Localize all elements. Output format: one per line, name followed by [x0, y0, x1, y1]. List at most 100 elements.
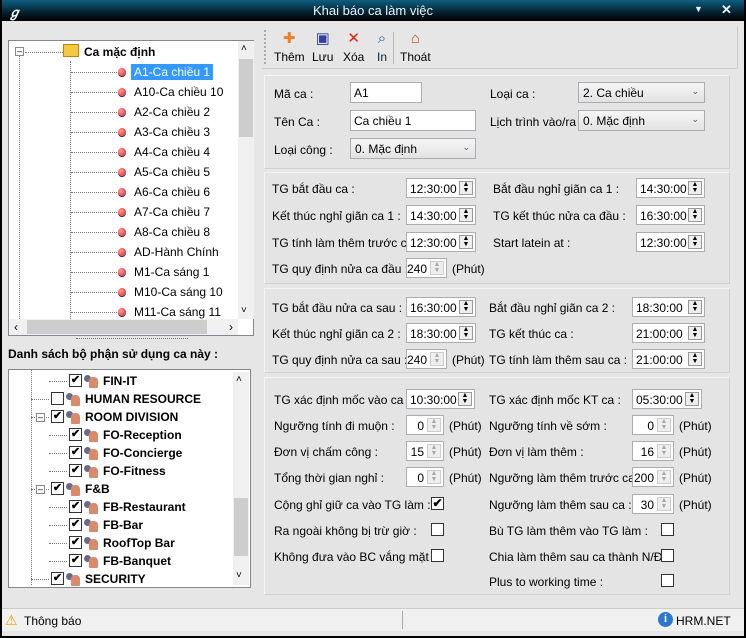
- print-button[interactable]: ⌕ In: [373, 30, 391, 64]
- option-checkbox[interactable]: [431, 523, 444, 536]
- spin-arrows-icon[interactable]: ▲ ▼: [685, 392, 699, 406]
- collapse-icon[interactable]: –: [15, 47, 24, 56]
- time-spinner[interactable]: 18:30:00 ▲ ▼: [632, 297, 705, 317]
- spin-arrows-icon[interactable]: ▲ ▼: [430, 261, 444, 275]
- time-spinner[interactable]: 14:30:00 ▲ ▼: [636, 178, 705, 198]
- shift-tree-item[interactable]: A1-Ca chiều 1: [131, 64, 214, 80]
- exit-button[interactable]: ⌂ Thoát: [400, 30, 431, 64]
- shift-tree-item[interactable]: A6-Ca chiều 6: [131, 184, 213, 200]
- spin-arrows-icon[interactable]: ▲ ▼: [688, 326, 702, 340]
- time-spinner[interactable]: 21:00:00 ▲ ▼: [632, 349, 705, 369]
- option-checkbox[interactable]: [431, 549, 444, 562]
- spin-arrows-icon[interactable]: ▲ ▼: [657, 418, 671, 432]
- department-item[interactable]: FB-Banquet: [103, 554, 171, 568]
- dept-checkbox[interactable]: ✔: [51, 410, 64, 423]
- time-spinner[interactable]: 0 ▲ ▼: [406, 415, 444, 435]
- department-item[interactable]: FO-Concierge: [103, 446, 182, 460]
- time-spinner[interactable]: 21:00:00 ▲ ▼: [632, 323, 705, 343]
- time-spinner[interactable]: 30 ▲ ▼: [632, 494, 674, 514]
- dept-checkbox[interactable]: ✔: [51, 572, 64, 585]
- tree-root[interactable]: Ca mặc định: [81, 44, 158, 60]
- shift-tree-item[interactable]: A3-Ca chiều 3: [131, 124, 213, 140]
- horizontal-scrollbar[interactable]: ‹ ›: [9, 319, 238, 335]
- spin-arrows-icon[interactable]: ▲ ▼: [430, 352, 444, 366]
- spin-arrows-icon[interactable]: ▲ ▼: [657, 444, 671, 458]
- department-item[interactable]: FB-Bar: [103, 518, 143, 532]
- spin-arrows-icon[interactable]: ▲ ▼: [459, 208, 473, 222]
- shift-type-select[interactable]: 2. Ca chiều ⌄: [578, 82, 705, 103]
- time-spinner[interactable]: 16:30:00 ▲ ▼: [636, 205, 705, 225]
- shift-tree-item[interactable]: M10-Ca sáng 10: [131, 284, 226, 300]
- department-item[interactable]: RoofTop Bar: [103, 536, 175, 550]
- shift-tree-item[interactable]: A8-Ca chiều 8: [131, 224, 213, 240]
- schedule-select[interactable]: 0. Mặc định ⌄: [578, 110, 705, 131]
- spin-arrows-icon[interactable]: ▲ ▼: [427, 418, 441, 432]
- delete-button[interactable]: ✕ Xóa: [343, 30, 364, 64]
- spin-arrows-icon[interactable]: ▲ ▼: [459, 181, 473, 195]
- option-checkbox[interactable]: [661, 574, 674, 587]
- time-spinner[interactable]: 05:30:00 ▲ ▼: [632, 389, 702, 409]
- spin-arrows-icon[interactable]: ▲ ▼: [688, 235, 702, 249]
- option-checkbox[interactable]: [661, 523, 674, 536]
- dept-checkbox[interactable]: ✔: [69, 374, 82, 387]
- dept-checkbox[interactable]: ✔: [69, 518, 82, 531]
- collapse-icon[interactable]: –: [36, 485, 45, 494]
- department-item[interactable]: HUMAN RESOURCE: [85, 392, 201, 406]
- shift-code-input[interactable]: A1: [350, 82, 422, 103]
- dept-checkbox[interactable]: ✔: [51, 482, 64, 495]
- spin-arrows-icon[interactable]: ▲ ▼: [657, 497, 671, 511]
- department-item[interactable]: FO-Fitness: [103, 464, 166, 478]
- time-spinner[interactable]: 16 ▲ ▼: [632, 441, 674, 461]
- option-checkbox[interactable]: [661, 549, 674, 562]
- time-spinner[interactable]: 14:30:00 ▲ ▼: [406, 205, 476, 225]
- dept-checkbox[interactable]: ✔: [69, 464, 82, 477]
- spin-arrows-icon[interactable]: ▲ ▼: [688, 181, 702, 195]
- shift-tree-item[interactable]: A5-Ca chiều 5: [131, 164, 213, 180]
- dept-checkbox[interactable]: ✔: [69, 500, 82, 513]
- department-item[interactable]: FB-Restaurant: [103, 500, 186, 514]
- spin-arrows-icon[interactable]: ▲ ▼: [427, 444, 441, 458]
- spin-arrows-icon[interactable]: ▲ ▼: [657, 470, 671, 484]
- shift-tree-item[interactable]: M11-Ca sáng 11: [131, 304, 224, 320]
- work-type-select[interactable]: 0. Mặc định ⌄: [350, 138, 476, 159]
- dept-scrollbar[interactable]: ˄ ˅: [233, 372, 249, 585]
- shift-tree-item[interactable]: A2-Ca chiều 2: [131, 104, 213, 120]
- time-spinner[interactable]: 10:30:00 ▲ ▼: [406, 389, 475, 409]
- shift-tree-item[interactable]: AD-Hành Chính: [131, 244, 222, 260]
- spin-arrows-icon[interactable]: ▲ ▼: [688, 208, 702, 222]
- time-spinner[interactable]: 12:30:00 ▲ ▼: [406, 232, 476, 252]
- shift-tree[interactable]: – Ca mặc định A1-Ca chiều 1 A10-Ca chiều …: [8, 40, 254, 336]
- add-button[interactable]: ✚ Thêm: [274, 30, 305, 64]
- department-item[interactable]: ROOM DIVISION: [85, 410, 178, 424]
- time-spinner[interactable]: 12:30:00 ▲ ▼: [406, 178, 476, 198]
- department-item[interactable]: FIN-IT: [103, 374, 137, 388]
- spin-arrows-icon[interactable]: ▲ ▼: [459, 300, 473, 314]
- vertical-scrollbar[interactable]: ˄ ˅: [238, 41, 254, 319]
- dept-checkbox[interactable]: ✔: [69, 536, 82, 549]
- time-spinner[interactable]: 0 ▲ ▼: [632, 415, 674, 435]
- dept-checkbox[interactable]: ✔: [69, 554, 82, 567]
- shift-tree-item[interactable]: A7-Ca chiều 7: [131, 204, 213, 220]
- dept-checkbox[interactable]: [51, 392, 64, 405]
- dept-checkbox[interactable]: ✔: [69, 446, 82, 459]
- dept-checkbox[interactable]: ✔: [69, 428, 82, 441]
- save-button[interactable]: ▣ Lưu: [312, 30, 333, 64]
- option-checkbox[interactable]: ✔: [431, 497, 444, 510]
- time-spinner[interactable]: 240 ▲ ▼: [406, 349, 447, 369]
- splitter[interactable]: [76, 338, 188, 344]
- spin-arrows-icon[interactable]: ▲ ▼: [427, 470, 441, 484]
- time-spinner[interactable]: 200 ▲ ▼: [632, 467, 674, 487]
- spin-arrows-icon[interactable]: ▲ ▼: [459, 326, 473, 340]
- spin-arrows-icon[interactable]: ▲ ▼: [459, 235, 473, 249]
- shift-tree-item[interactable]: A10-Ca chiều 10: [131, 84, 226, 100]
- shift-tree-item[interactable]: M1-Ca sáng 1: [131, 264, 212, 280]
- spin-arrows-icon[interactable]: ▲ ▼: [458, 392, 472, 406]
- department-tree[interactable]: ✔ FIN-IT HUMAN RESOURCE – ✔ ROOM DIVISION ✔ FO-…: [8, 369, 251, 588]
- time-spinner[interactable]: 16:30:00 ▲ ▼: [406, 297, 476, 317]
- time-spinner[interactable]: 240 ▲ ▼: [406, 258, 447, 278]
- time-spinner[interactable]: 18:30:00 ▲ ▼: [406, 323, 476, 343]
- time-spinner[interactable]: 0 ▲ ▼: [406, 467, 444, 487]
- spin-arrows-icon[interactable]: ▲ ▼: [688, 352, 702, 366]
- time-spinner[interactable]: 15 ▲ ▼: [406, 441, 444, 461]
- department-item[interactable]: F&B: [85, 482, 110, 496]
